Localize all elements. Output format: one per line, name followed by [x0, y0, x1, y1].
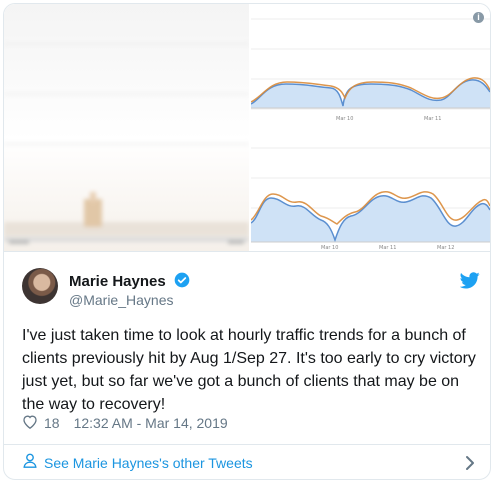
- media-image-left[interactable]: [4, 4, 249, 251]
- person-icon: [23, 453, 37, 473]
- other-tweets-link[interactable]: See Marie Haynes's other Tweets: [44, 455, 253, 471]
- chart-bottom-label-2: Mar 11: [379, 245, 396, 251]
- chart-bottom-label-1: Mar 10: [321, 245, 338, 251]
- media-image-bottom-right[interactable]: Mar 10 Mar 11 Mar 12: [250, 128, 490, 251]
- author-handle[interactable]: @Marie_Haynes: [69, 292, 173, 308]
- traffic-chart-bottom: Mar 10 Mar 11 Mar 12: [250, 147, 490, 251]
- tweet-meta: 18 12:32 AM - Mar 14, 2019: [22, 414, 228, 432]
- author-name[interactable]: Marie Haynes: [69, 273, 166, 290]
- blurred-chart-image: [4, 4, 249, 251]
- twitter-bird-icon[interactable]: [459, 272, 480, 294]
- chevron-right-icon[interactable]: [465, 455, 475, 476]
- tweet-media[interactable]: Mar 10 Mar 11 i Mar 10 Mar 11 Mar 12: [4, 4, 490, 252]
- other-tweets-footer[interactable]: See Marie Haynes's other Tweets: [4, 444, 490, 479]
- avatar[interactable]: [22, 268, 58, 304]
- tweet-text: I've just taken time to look at hourly t…: [22, 327, 476, 413]
- chart-bottom-label-3: Mar 12: [437, 245, 454, 251]
- chart-top-label-2: Mar 11: [424, 116, 441, 122]
- chart-top-label-1: Mar 10: [336, 116, 353, 122]
- tweet-card: Mar 10 Mar 11 i Mar 10 Mar 11 Mar 12 Mar…: [3, 3, 491, 480]
- traffic-chart-top: Mar 10 Mar 11: [250, 18, 490, 122]
- verified-badge-icon: [174, 272, 190, 292]
- tweet-header: Marie Haynes @Marie_Haynes: [22, 268, 482, 312]
- author-name-row[interactable]: Marie Haynes: [69, 272, 190, 292]
- like-count[interactable]: 18: [44, 415, 60, 431]
- media-image-top-right[interactable]: Mar 10 Mar 11 i: [250, 4, 490, 126]
- info-icon[interactable]: i: [473, 12, 484, 23]
- heart-icon[interactable]: [22, 414, 38, 432]
- tweet-timestamp[interactable]: 12:32 AM - Mar 14, 2019: [74, 415, 228, 431]
